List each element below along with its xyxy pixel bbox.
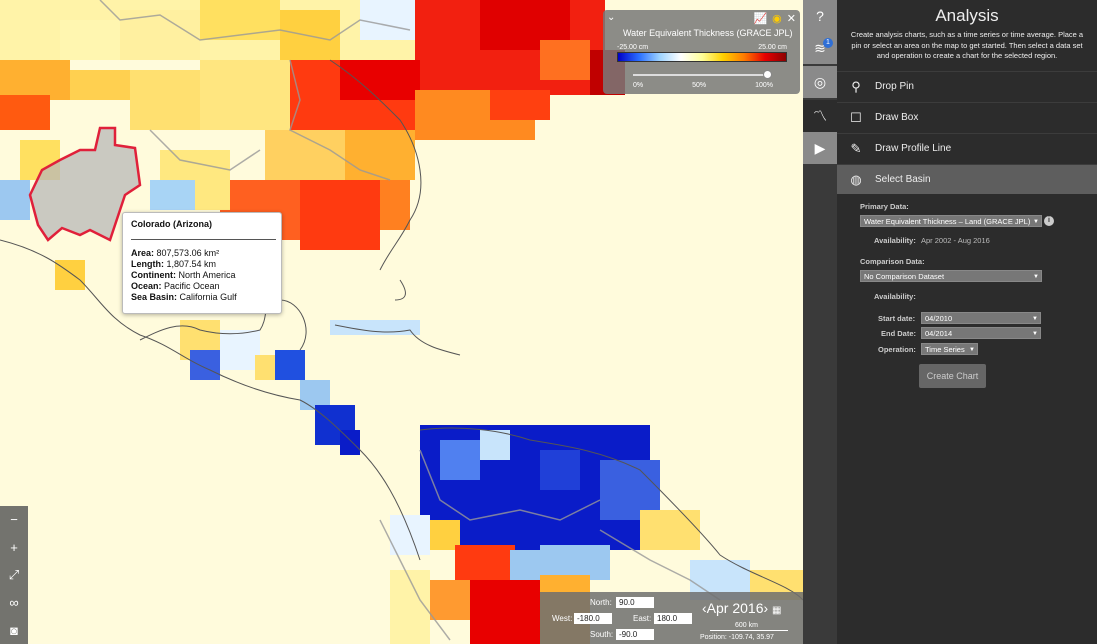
analysis-panel: Analysis Create analysis charts, such as… [837, 0, 1097, 644]
seabasin-row: Sea Basin: California Gulf [131, 292, 237, 302]
tool-select-basin[interactable]: ◍ Select Basin [837, 164, 1097, 194]
map-canvas[interactable] [0, 0, 803, 644]
opacity-tick: 0% [633, 82, 644, 89]
availability-label: Availability: [874, 236, 916, 245]
create-chart-button[interactable]: Create Chart [919, 364, 986, 388]
area-row: Area: 807,573.06 km² [131, 248, 220, 258]
east-label: East: [633, 614, 652, 623]
collapse-icon[interactable]: ⌄ [607, 12, 615, 23]
operation-select[interactable]: Time Series ▼ [921, 343, 978, 355]
layers-icon[interactable]: ≋ 1 [803, 32, 837, 64]
tool-label: Draw Box [875, 112, 919, 123]
end-date-label: End Date: [881, 329, 917, 338]
scale-bar [710, 630, 788, 631]
tool-label: Drop Pin [875, 81, 914, 92]
eye-icon[interactable]: ◉ [772, 12, 782, 25]
bounds-box: North: 90.0 West: -180.0 East: 180.0 Sou… [540, 592, 803, 644]
primary-data-label: Primary Data: [860, 202, 909, 211]
legend-max: 25.00 cm [758, 44, 787, 51]
map-tools: − + ⤢ ∞ ◙ [0, 506, 28, 644]
legend-colorbar [617, 52, 787, 62]
south-input[interactable]: -90.0 [616, 629, 654, 640]
video-icon[interactable]: ▶ [803, 132, 837, 164]
map-view[interactable]: ⌄ 📈 ◉ ✕ Water Equivalent Thickness (GRAC… [0, 0, 803, 644]
pin-icon: ⚲ [851, 78, 861, 94]
info-icon[interactable]: i [1044, 216, 1054, 226]
length-row: Length: 1,807.54 km [131, 259, 217, 269]
comparison-data-select[interactable]: No Comparison Dataset ▼ [860, 270, 1042, 282]
start-date-select[interactable]: 04/2010 ▼ [921, 312, 1041, 324]
tool-draw-profile-line[interactable]: ✎ Draw Profile Line [837, 133, 1097, 163]
layers-badge: 1 [823, 38, 833, 48]
legend-min: -25.00 cm [617, 44, 649, 51]
date-selector[interactable]: ‹Apr 2016› ▦ [702, 600, 782, 616]
opacity-slider[interactable] [633, 70, 772, 79]
app-root: ⌄ 📈 ◉ ✕ Water Equivalent Thickness (GRAC… [0, 0, 1097, 644]
analysis-icon[interactable]: 〽 [803, 100, 837, 132]
legend-range: -25.00 cm 25.00 cm [617, 44, 787, 51]
position-readout: Position: -109.74, 35.97 [700, 634, 774, 641]
panel-description: Create analysis charts, such as a time s… [850, 30, 1084, 60]
date-label: ‹Apr 2016› [702, 600, 769, 616]
north-input[interactable]: 90.0 [616, 597, 654, 608]
help-icon[interactable]: ? [803, 0, 837, 32]
pencil-icon: ✎ [850, 140, 862, 156]
opacity-slider-handle[interactable] [763, 70, 772, 79]
zoom-in-icon[interactable]: + [4, 537, 24, 557]
basin-name: Colorado (Arizona) [131, 219, 212, 229]
end-date-select[interactable]: 04/2014 ▼ [921, 327, 1041, 339]
tool-drop-pin[interactable]: ⚲ Drop Pin [837, 71, 1097, 101]
globe-icon: ◍ [850, 171, 862, 187]
operation-label: Operation: [878, 345, 916, 354]
camera-icon[interactable]: ◙ [4, 620, 24, 640]
calendar-icon[interactable]: ▦ [772, 605, 781, 616]
availability2-label: Availability: [874, 292, 916, 301]
opacity-ticks: 0% 50% 100% [633, 82, 773, 89]
globe-icon[interactable]: ◎ [803, 66, 837, 98]
start-date-label: Start date: [878, 314, 916, 323]
panel-title: Analysis [935, 6, 999, 25]
south-label: South: [590, 630, 614, 639]
east-input[interactable]: 180.0 [654, 613, 692, 624]
divider [131, 239, 276, 240]
west-label: West: [552, 614, 573, 623]
ocean-row: Ocean: Pacific Ocean [131, 281, 220, 291]
opacity-tick: 50% [692, 82, 707, 89]
legend-title: Water Equivalent Thickness (GRACE JPL) [623, 28, 793, 38]
scale-label: 600 km [735, 622, 758, 629]
legend-panel: ⌄ 📈 ◉ ✕ Water Equivalent Thickness (GRAC… [603, 10, 800, 94]
icon-strip: ? ≋ 1 ◎ 〽 ▶ [803, 0, 837, 644]
north-label: North: [590, 598, 612, 607]
opacity-tick: 100% [755, 82, 773, 89]
comparison-data-label: Comparison Data: [860, 257, 925, 266]
tool-draw-box[interactable]: ☐ Draw Box [837, 102, 1097, 132]
tool-label: Select Basin [875, 174, 931, 185]
fullscreen-icon[interactable]: ⤢ [4, 565, 24, 585]
tool-label: Draw Profile Line [875, 143, 952, 154]
west-input[interactable]: -180.0 [574, 613, 612, 624]
availability-value: Apr 2002 - Aug 2016 [921, 236, 990, 245]
legend-icon-group: 📈 ◉ ✕ [753, 12, 796, 25]
continent-row: Continent: North America [131, 270, 236, 280]
zoom-out-icon[interactable]: − [4, 510, 24, 530]
close-icon[interactable]: ✕ [787, 12, 796, 25]
box-icon: ☐ [850, 109, 862, 125]
link-icon[interactable]: ∞ [4, 593, 24, 613]
chart-icon[interactable]: 📈 [753, 12, 767, 25]
primary-data-select[interactable]: Water Equivalent Thickness – Land (GRACE… [860, 215, 1042, 227]
basin-tooltip: Colorado (Arizona) Area: 807,573.06 km² … [122, 212, 282, 314]
